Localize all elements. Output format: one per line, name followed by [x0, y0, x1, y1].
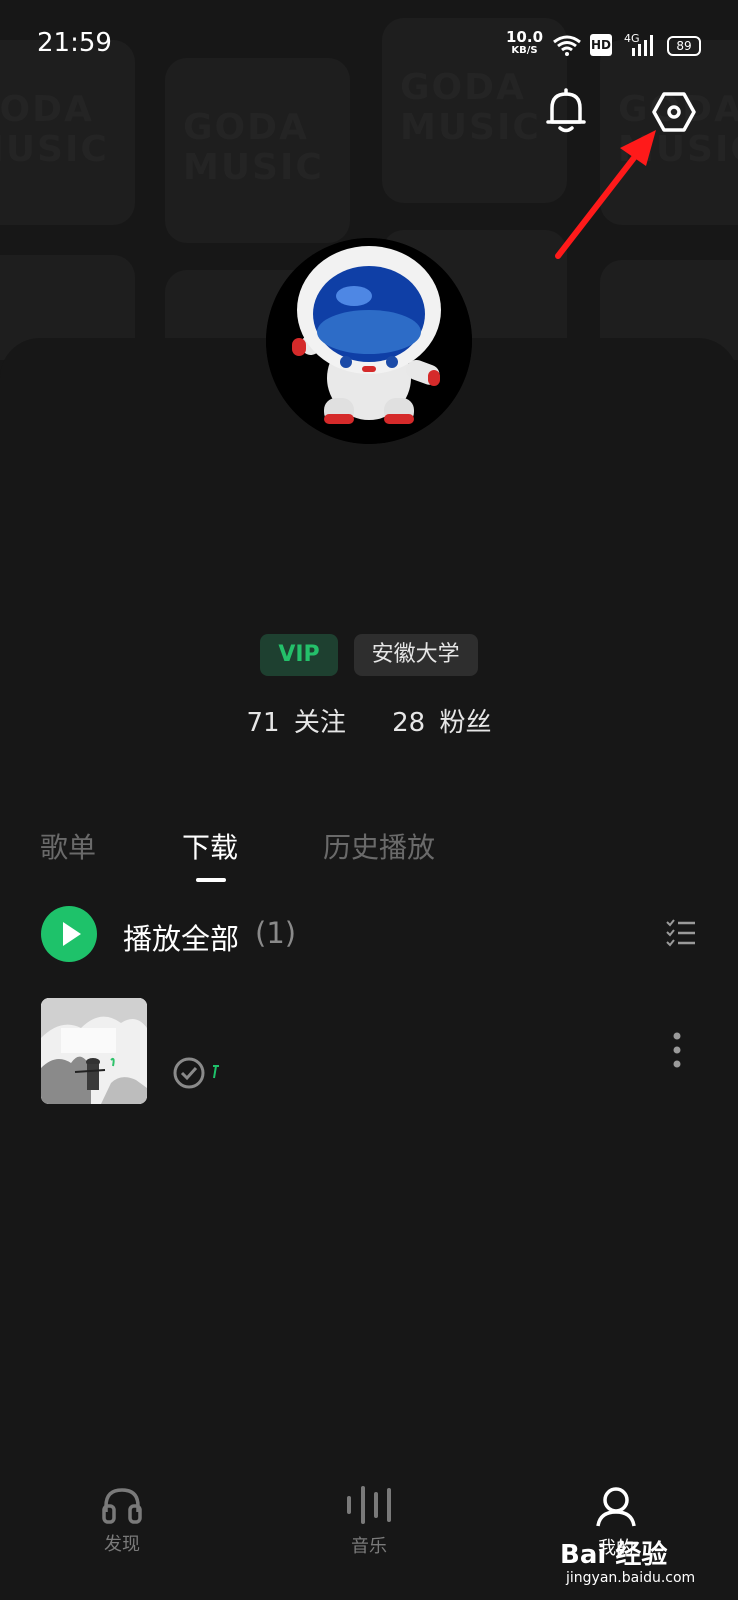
profile-icon: [596, 1487, 636, 1527]
tab-history[interactable]: 历史播放: [323, 826, 435, 866]
play-all-button[interactable]: [41, 906, 97, 962]
list-item[interactable]: [41, 998, 697, 1104]
song-title-fragment: [213, 1065, 219, 1079]
more-options-icon[interactable]: [673, 1032, 681, 1068]
nav-music[interactable]: 音乐: [309, 1484, 429, 1558]
follow-stats: 71 关注 28 粉丝: [0, 702, 738, 739]
play-all-label: 播放全部: [123, 922, 240, 956]
play-all-row[interactable]: 播放全部 (1): [41, 906, 697, 962]
equalizer-icon: [347, 1486, 391, 1524]
multi-select-list-icon[interactable]: [665, 918, 697, 948]
profile-badges: VIP 安徽大学: [0, 634, 738, 676]
school-badge[interactable]: 安徽大学: [353, 634, 478, 676]
nav-discover[interactable]: 发现: [62, 1484, 182, 1556]
tab-playlists[interactable]: 歌单: [40, 826, 96, 866]
play-icon: [63, 922, 81, 946]
profile-sheet: [0, 338, 738, 1600]
downloaded-check-icon: [173, 1057, 205, 1089]
ink-painting-cover: [41, 998, 147, 1104]
followers-stat[interactable]: 28 粉丝: [392, 708, 491, 738]
tab-downloads[interactable]: 下载: [182, 826, 238, 866]
baidu-watermark-url: jingyan.baidu.com: [566, 1570, 696, 1586]
annotation-arrow: [555, 130, 656, 259]
play-all-count: (1): [255, 916, 297, 950]
active-tab-indicator: [196, 878, 226, 882]
vip-badge[interactable]: VIP: [260, 634, 338, 676]
followers-count: 28: [392, 708, 426, 738]
following-count: 71: [246, 708, 280, 738]
followers-label: 粉丝: [439, 708, 492, 738]
following-stat[interactable]: 71 关注: [246, 708, 345, 738]
baidu-watermark: Bai 经验: [560, 1540, 668, 1570]
headphones-icon: [102, 1488, 142, 1524]
song-cover: [41, 998, 147, 1104]
following-label: 关注: [293, 708, 346, 738]
